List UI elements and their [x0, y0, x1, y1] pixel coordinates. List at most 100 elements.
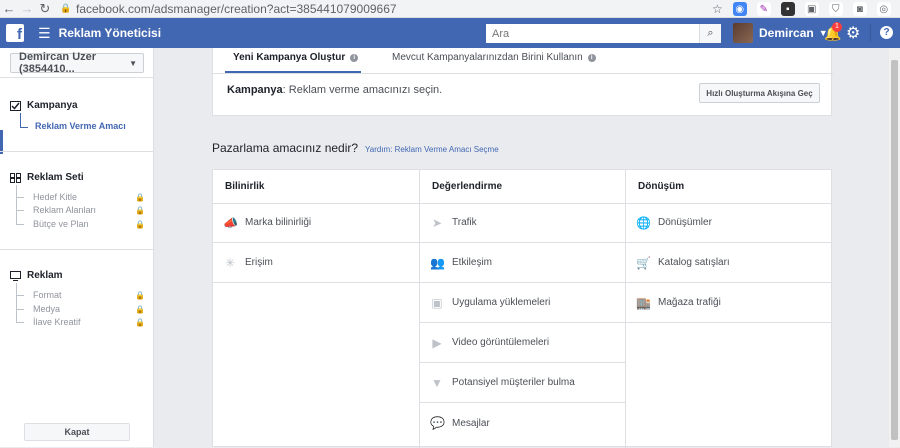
- objective-prompt-text: : Reklam verme amacınızı seçin.: [282, 84, 443, 96]
- objective-label: Video görüntülemeleri: [452, 337, 550, 348]
- tree-line: [16, 224, 24, 225]
- sidebar-item-placements[interactable]: Reklam Alanları: [33, 205, 96, 215]
- sidebar-section-label: Kampanya: [27, 100, 78, 111]
- objective-label: Katalog satışları: [658, 257, 730, 268]
- lock-icon: 🔒: [135, 291, 145, 300]
- gear-icon[interactable]: ⚙: [846, 23, 860, 43]
- forward-icon[interactable]: →: [18, 0, 36, 18]
- notification-badge: 1: [832, 22, 842, 32]
- tablet-icon[interactable]: ▣: [804, 2, 819, 16]
- facebook-logo-icon[interactable]: f: [6, 24, 24, 42]
- tree-line: [16, 295, 24, 296]
- avatar: [733, 23, 753, 43]
- tab-label: Mevcut Kampanyalarınızdan Birini Kullanı…: [392, 52, 583, 63]
- sidebar-section-adset[interactable]: Reklam Seti: [10, 172, 84, 183]
- objective-prompt: Kampanya: Reklam verme amacınızı seçin.: [227, 84, 442, 96]
- lock-icon: 🔒: [135, 305, 145, 314]
- extension-icon[interactable]: ◉: [732, 2, 747, 16]
- sidebar-item-objective[interactable]: Reklam Verme Amacı: [35, 121, 126, 131]
- search-input[interactable]: [486, 24, 699, 43]
- objective-brand-awareness[interactable]: 📣 Marka bilinirliği: [213, 203, 419, 243]
- objective-app-installs[interactable]: ▣ Uygulama yüklemeleri: [420, 283, 625, 323]
- globe-icon: 🌐: [636, 215, 651, 230]
- objective-grid: Bilinirlik 📣 Marka bilinirliği ✳ Erişim …: [212, 169, 832, 448]
- tree-line: [16, 309, 24, 310]
- address-bar[interactable]: 🔒 facebook.com/adsmanager/creation?act=3…: [60, 1, 397, 17]
- sidebar-item-budget[interactable]: Bütçe ve Plan: [33, 219, 89, 229]
- tree-line: [16, 185, 17, 225]
- lock-icon: 🔒: [60, 3, 72, 13]
- tree-line: [16, 283, 17, 323]
- tab-use-existing[interactable]: Mevcut Kampanyalarınızdan Birini Kullanı…: [392, 52, 596, 63]
- extension-icon[interactable]: ▪: [780, 2, 795, 16]
- objective-catalog-sales[interactable]: 🛒 Katalog satışları: [626, 243, 831, 283]
- help-icon[interactable]: ?: [880, 26, 893, 39]
- quick-creation-button[interactable]: Hızlı Oluşturma Akışına Geç: [699, 83, 820, 103]
- store-icon: 🏬: [636, 295, 651, 310]
- column-header: Bilinirlik: [225, 181, 265, 192]
- sidebar-item-creative[interactable]: İlave Kreatif: [33, 317, 81, 327]
- column-awareness: Bilinirlik 📣 Marka bilinirliği ✳ Erişim: [213, 170, 419, 448]
- sidebar-section-ad[interactable]: Reklam: [10, 270, 63, 281]
- browser-toolbar: ← → ↻ 🔒 facebook.com/adsmanager/creation…: [0, 0, 900, 18]
- star-icon[interactable]: ☆: [712, 2, 723, 16]
- account-selector[interactable]: Demircan Uzer (3854410... ▼: [10, 51, 144, 75]
- objective-video-views[interactable]: ▶ Video görüntülemeleri: [420, 323, 625, 363]
- cursor-icon: ➤: [431, 215, 443, 230]
- account-label: Demircan Uzer (3854410...: [19, 51, 97, 75]
- objective-engagement[interactable]: 👥 Etkileşim: [420, 243, 625, 283]
- page-title: Pazarlama amacınız nedir?: [212, 141, 359, 155]
- back-icon[interactable]: ←: [0, 0, 18, 18]
- reload-icon[interactable]: ↻: [36, 0, 54, 18]
- user-menu[interactable]: Demircan ▼: [733, 22, 828, 44]
- divider: [0, 249, 154, 250]
- objective-store-traffic[interactable]: 🏬 Mağaza trafiği: [626, 283, 831, 323]
- objective-prompt-label: Kampanya: [227, 84, 283, 96]
- chevron-down-icon: ▼: [129, 59, 137, 68]
- tree-line: [20, 113, 21, 127]
- help-link[interactable]: Yardım: Reklam Verme Amacı Seçme: [365, 145, 499, 154]
- top-nav: f ☰ Reklam Yöneticisi ⌕ Demircan ▼ 🔔 1 ⚙…: [0, 18, 900, 48]
- lock-icon: 🔒: [135, 193, 145, 202]
- divider: [870, 24, 871, 42]
- objective-reach[interactable]: ✳ Erişim: [213, 243, 419, 283]
- divider: [0, 151, 154, 152]
- shield-icon[interactable]: ⛉: [828, 2, 843, 16]
- search-icon[interactable]: ⌕: [699, 24, 721, 43]
- tree-line: [16, 210, 24, 211]
- sidebar-item-format[interactable]: Format: [33, 290, 62, 300]
- objective-label: Potansiyel müşteriler bulma: [452, 377, 575, 388]
- campaign-card: Yeni Kampanya Oluştur i Mevcut Kampanyal…: [212, 48, 833, 116]
- objective-lead-generation[interactable]: ▼ Potansiyel müşteriler bulma: [420, 363, 625, 403]
- camera-icon[interactable]: ◙: [852, 2, 867, 16]
- sidebar-section-campaign[interactable]: Kampanya: [10, 100, 78, 111]
- objective-label: Erişim: [245, 257, 273, 268]
- monitor-icon: [10, 270, 21, 281]
- pen-icon[interactable]: ✎: [756, 2, 771, 16]
- info-icon[interactable]: i: [350, 53, 359, 62]
- divider: [0, 77, 154, 78]
- objective-traffic[interactable]: ➤ Trafik: [420, 203, 625, 243]
- video-icon: ▶: [432, 335, 442, 350]
- objective-label: Mesajlar: [452, 417, 490, 429]
- objective-label: Etkileşim: [452, 257, 493, 268]
- reach-icon: ✳: [224, 255, 236, 270]
- objective-label: Marka bilinirliği: [245, 217, 312, 228]
- column-header: Dönüşüm: [638, 181, 685, 192]
- extension-icon[interactable]: ◎: [876, 2, 891, 16]
- sidebar-item-media[interactable]: Medya: [33, 304, 60, 314]
- hamburger-menu-icon[interactable]: ☰: [38, 25, 51, 42]
- tab-create-new[interactable]: Yeni Kampanya Oluştur i: [233, 52, 359, 63]
- objective-conversions[interactable]: 🌐 Dönüşümler: [626, 203, 831, 243]
- lock-icon: 🔒: [135, 318, 145, 327]
- scrollbar-thumb[interactable]: [891, 60, 898, 440]
- tree-line: [16, 322, 24, 323]
- close-button[interactable]: Kapat: [24, 423, 130, 441]
- objective-messages[interactable]: 💬 Mesajlar: [420, 403, 625, 443]
- people-icon: 👥: [430, 255, 445, 270]
- info-icon[interactable]: i: [587, 53, 596, 62]
- sidebar-item-audience[interactable]: Hedef Kitle: [33, 192, 77, 202]
- checkbox-icon: [10, 100, 21, 111]
- tree-line: [20, 127, 28, 128]
- objective-label: Mağaza trafiği: [658, 297, 721, 308]
